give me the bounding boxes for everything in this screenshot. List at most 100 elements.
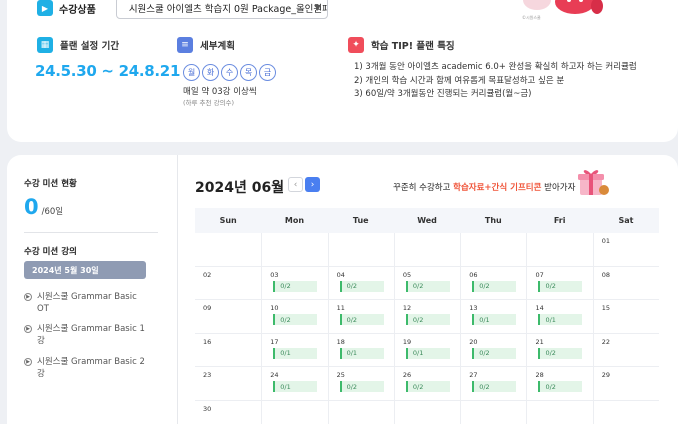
daily-lectures: 매일 약 03강 이상씩 <box>183 87 257 97</box>
plan-panel: ▶ 수강상품 시원스쿨 아이엘츠 학습지 0원 Package_올인원패 ▼ ©… <box>7 0 678 142</box>
day-progress: 0/1 <box>339 347 384 359</box>
daily-lectures-note: (하루 추천 강의수) <box>183 99 235 107</box>
day-number: 25 <box>336 371 345 379</box>
tip-item: 3) 60일/약 3개월동안 진행되는 커리큘럼(월~금) <box>354 89 532 99</box>
calendar-day-cell[interactable]: 06 0/2 <box>460 266 526 299</box>
calendar-day-cell <box>195 233 261 266</box>
day-progress: 0/2 <box>538 280 583 292</box>
lecture-item[interactable]: ▶ 시원스쿨 Grammar Basic OT <box>24 291 147 315</box>
detail-block: ≡ 세부계획 <box>177 36 235 54</box>
period-block: ▦ 플랜 설정 기간 <box>37 36 119 54</box>
weekday-header: Thu <box>484 216 502 225</box>
calendar-day-cell[interactable]: 11 0/2 <box>327 300 394 333</box>
day-progress: 0/1 <box>273 347 318 359</box>
calendar-day-cell[interactable]: 01 <box>592 233 659 266</box>
sidebar-divider <box>24 232 158 233</box>
selected-date-badge: 2024년 5월 30일 <box>24 261 146 279</box>
course-label: 수강상품 <box>59 4 96 16</box>
day-number: 21 <box>535 337 544 346</box>
calendar-day-cell[interactable]: 07 0/2 <box>526 266 592 299</box>
day-progress: 0/2 <box>538 347 583 359</box>
day-number: 04 <box>336 270 345 279</box>
day-progress: 0/2 <box>405 280 450 292</box>
calendar-day-cell[interactable]: 26 0/2 <box>393 367 460 400</box>
calendar-day-cell[interactable]: 16 <box>195 334 261 367</box>
day-number: 18 <box>336 337 345 346</box>
course-select[interactable]: 시원스쿨 아이엘츠 학습지 0원 Package_올인원패 ▼ <box>115 0 328 19</box>
day-progress: 0/1 <box>538 314 583 325</box>
day-number: 26 <box>402 371 412 379</box>
day-progress: 0/2 <box>472 381 517 392</box>
calendar-day-cell[interactable]: 29 <box>592 367 659 400</box>
calendar-day-cell[interactable]: 02 <box>195 267 261 300</box>
weekday-chip: 목 <box>240 64 257 81</box>
calendar-week: 01 <box>195 233 659 267</box>
calendar-day-cell[interactable]: 12 0/2 <box>393 300 460 333</box>
day-number: 19 <box>402 337 412 346</box>
calendar-day-cell[interactable]: 19 0/1 <box>393 333 460 366</box>
day-number: 02 <box>203 270 212 279</box>
calendar-day-cell[interactable]: 22 <box>592 333 659 366</box>
calendar-day-cell[interactable]: 04 0/2 <box>327 266 394 299</box>
promo-text: 꾸준히 수강하고 <box>393 183 454 193</box>
day-number: 24 <box>270 371 279 379</box>
day-progress: 0/2 <box>273 280 318 292</box>
calendar-day-cell[interactable]: 18 0/1 <box>327 333 394 366</box>
weekday-header: Sun <box>219 216 237 225</box>
calendar-day-cell[interactable]: 28 0/2 <box>526 367 592 400</box>
calendar-day-cell[interactable]: 17 0/1 <box>261 333 327 366</box>
calendar-day-cell[interactable]: 03 0/2 <box>261 266 327 299</box>
day-progress: 0/2 <box>339 381 384 392</box>
calendar-day-cell[interactable]: 09 <box>195 300 261 333</box>
calendar-day-cell[interactable]: 14 0/1 <box>526 300 592 333</box>
calendar-day-cell[interactable]: 23 <box>195 367 261 400</box>
day-number: 27 <box>469 371 478 379</box>
mission-count-total: /60일 <box>41 207 64 217</box>
day-progress: 0/2 <box>405 381 450 392</box>
day-number: 05 <box>402 270 412 279</box>
day-number: 29 <box>601 371 611 379</box>
calendar-week: 23 24 0/1 25 0/2 26 0/2 27 0/2 28 0/2 29 <box>195 367 659 401</box>
prev-month-button[interactable]: ‹ <box>288 177 303 192</box>
calendar-day-cell <box>592 400 659 424</box>
mission-status-title: 수강 미션 현황 <box>24 179 77 189</box>
calendar-day-cell[interactable]: 10 0/2 <box>261 300 327 333</box>
tip-block: ✦ 학습 TIP! 플랜 특징 <box>348 36 455 54</box>
day-number: 14 <box>535 304 544 312</box>
day-number: 30 <box>203 404 212 413</box>
calendar-week: 02 03 0/2 04 0/2 05 0/2 06 0/2 07 0/2 08 <box>195 266 659 300</box>
panel-divider <box>177 155 178 424</box>
lecture-title: 시원스쿨 Grammar Basic 2강 <box>37 357 145 379</box>
calendar-day-cell[interactable]: 24 0/1 <box>261 367 327 400</box>
calendar-day-cell[interactable]: 21 0/2 <box>526 333 592 366</box>
day-progress: 0/2 <box>405 314 450 325</box>
play-icon: ▶ <box>37 0 53 16</box>
calendar-day-cell <box>261 233 327 266</box>
document-icon: ≡ <box>177 37 193 53</box>
calendar-icon: ▦ <box>37 37 53 53</box>
promo-text-end: 받아가자 <box>541 183 576 193</box>
next-month-button[interactable]: › <box>305 177 320 192</box>
period-value: 24.5.30 ~ 24.8.21 <box>35 62 181 80</box>
calendar-body: 01 02 03 0/2 04 0/2 05 0/2 06 0/2 07 0/2 08 09 10 0/2 11… <box>195 233 659 424</box>
weekday-header: Wed <box>417 216 437 225</box>
play-circle-icon: ▶ <box>24 293 32 301</box>
lecture-item[interactable]: ▶ 시원스쿨 Grammar Basic 2강 <box>24 356 147 380</box>
calendar-day-cell[interactable]: 27 0/2 <box>460 367 526 400</box>
day-number: 22 <box>601 337 611 346</box>
day-number: 16 <box>203 337 212 346</box>
calendar-day-cell[interactable]: 08 <box>592 266 659 299</box>
tip-list: 1) 3개월 동안 아이엘츠 academic 6.0+ 완성을 확실히 하고자… <box>354 61 637 102</box>
day-number: 09 <box>203 304 212 312</box>
weekday-chip: 금 <box>259 64 276 81</box>
calendar-day-cell[interactable]: 25 0/2 <box>327 367 394 400</box>
day-number: 11 <box>336 304 345 312</box>
lecture-item[interactable]: ▶ 시원스쿨 Grammar Basic 1강 <box>24 323 147 347</box>
calendar-day-cell[interactable]: 05 0/2 <box>393 266 460 299</box>
calendar-day-cell[interactable]: 30 <box>195 401 261 424</box>
calendar-day-cell[interactable]: 20 0/2 <box>460 333 526 366</box>
calendar-day-cell[interactable]: 13 0/1 <box>460 300 526 333</box>
weekday-header: Fri <box>553 216 566 225</box>
calendar-day-cell[interactable]: 15 <box>592 300 659 333</box>
lecture-title: 시원스쿨 Grammar Basic 1강 <box>37 324 145 346</box>
